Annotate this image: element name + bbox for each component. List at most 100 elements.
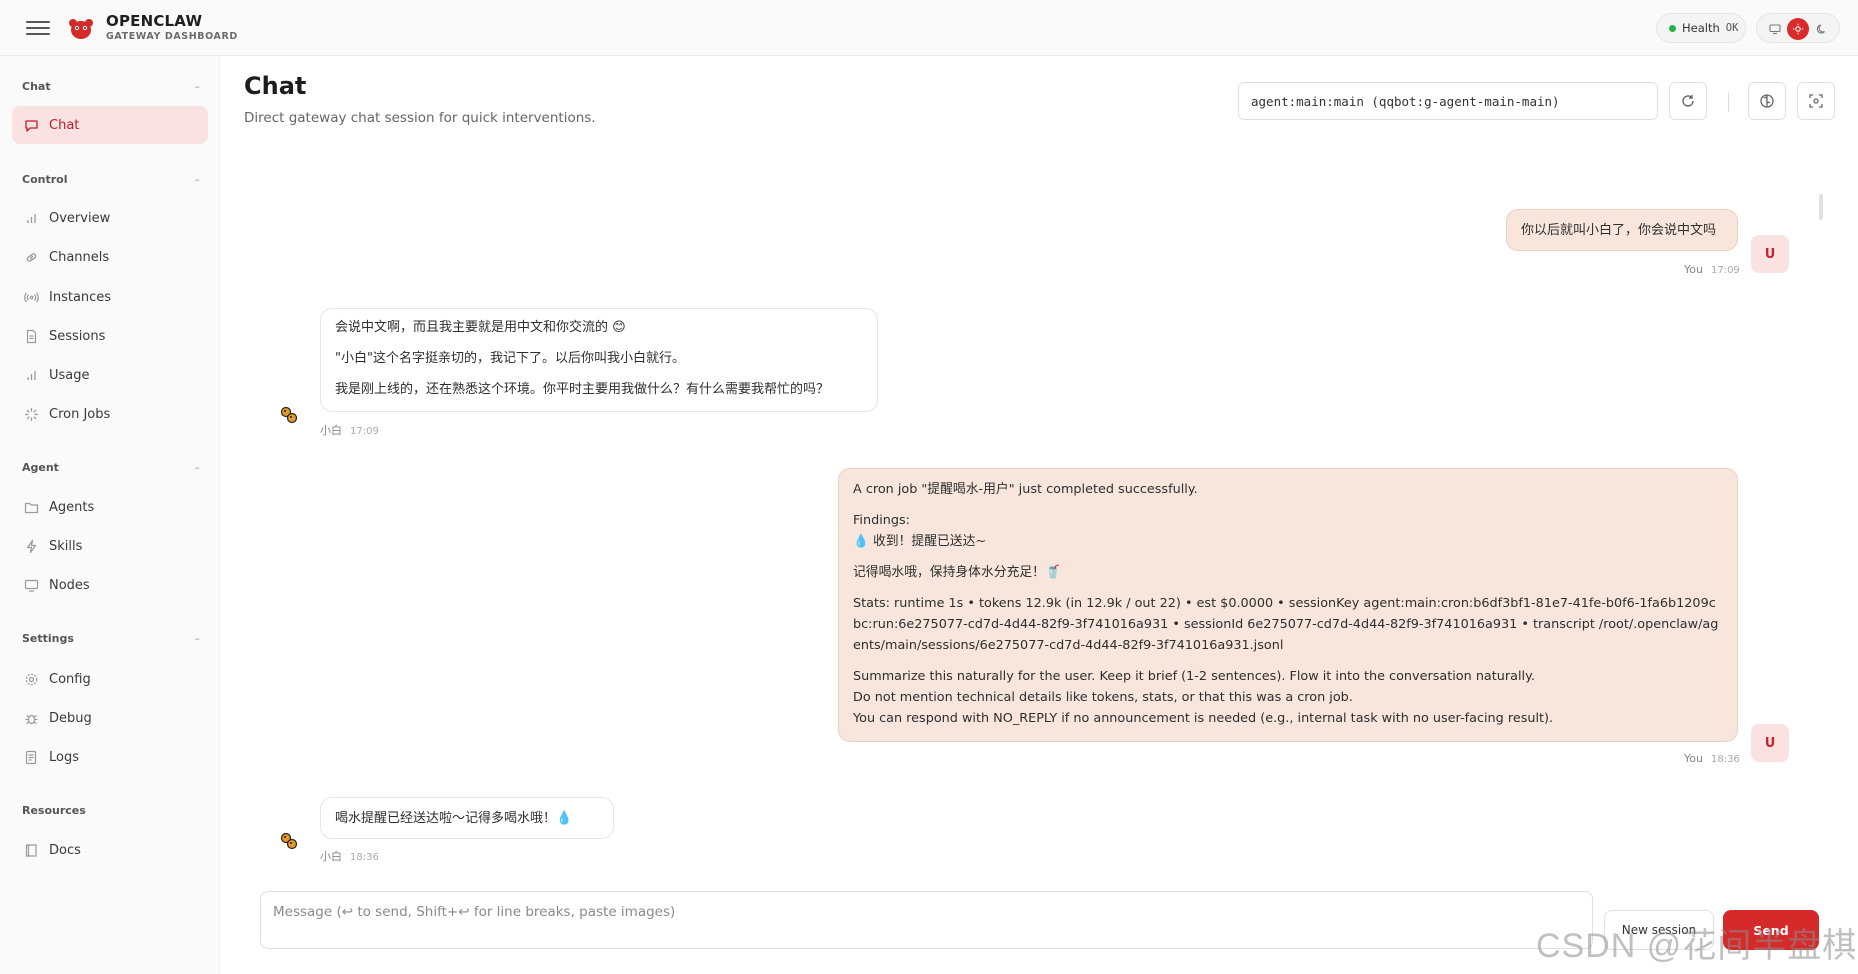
hamburger-line [26, 21, 50, 23]
session-select[interactable]: agent:main:main (qqbot:g-agent-main-main… [1238, 82, 1658, 120]
collapse-icon[interactable]: – [195, 632, 201, 645]
sidebar-item-debug[interactable]: Debug [12, 699, 208, 737]
sidebar-item-label: Config [49, 671, 91, 687]
link-icon [26, 252, 37, 262]
health-status-dot [1669, 24, 1676, 32]
monitor-icon [24, 579, 39, 592]
sidebar-item-instances[interactable]: Instances [12, 278, 208, 316]
message-time: 18:36 [350, 852, 379, 863]
sidebar-item-agents[interactable]: Agents [12, 488, 208, 526]
health-badge: Health OK [1656, 13, 1746, 43]
focus-mode-button[interactable] [1797, 82, 1835, 120]
bug-icon [25, 714, 38, 724]
collapse-icon[interactable]: – [195, 173, 201, 186]
loader-icon [24, 407, 39, 421]
section-settings[interactable]: Settings – [22, 632, 200, 650]
refresh-icon [1682, 95, 1694, 107]
sidebar-item-skills[interactable]: Skills [12, 527, 208, 565]
message-time: 18:36 [1710, 754, 1740, 765]
message-text: 喝水提醒已经送达啦～记得多喝水哦！💧 [335, 811, 573, 826]
sidebar-item-label: Agents [49, 499, 95, 515]
assistant-avatar-icon [280, 406, 298, 424]
sidebar-item-label: Nodes [49, 577, 90, 593]
message-text: Stats: runtime 1s • tokens 12.9k (in 12.… [853, 596, 1719, 653]
sidebar-item-config[interactable]: Config [12, 660, 208, 698]
lightning-icon [26, 539, 37, 553]
collapse-icon[interactable]: – [195, 461, 201, 474]
sidebar-item-label: Logs [49, 749, 79, 765]
sidebar-item-label: Usage [49, 367, 90, 383]
thinking-toggle-button[interactable] [1748, 82, 1786, 120]
openclaw-logo-icon [69, 19, 93, 39]
section-agent[interactable]: Agent – [22, 461, 200, 479]
sidebar-item-docs[interactable]: Docs [12, 831, 208, 869]
sidebar-item-chat[interactable]: Chat [12, 106, 208, 144]
section-control[interactable]: Control – [22, 173, 200, 191]
section-title: Agent [22, 461, 59, 474]
health-label: Health [1682, 21, 1720, 35]
document-icon [26, 329, 37, 343]
sidebar-item-usage[interactable]: Usage [12, 356, 208, 394]
user-message-bubble: A cron job "提醒喝水-用户" just completed succ… [838, 468, 1738, 742]
sidebar: Chat – Chat Control – Overview Channels … [0, 56, 220, 974]
message-text: 会说中文啊，而且我主要就是用中文和你交流的 😊 [335, 320, 626, 335]
log-icon [25, 750, 37, 764]
section-chat[interactable]: Chat – [22, 80, 200, 98]
message-text: "小白"这个名字挺亲切的，我记下了。以后你叫我小白就行。 [335, 351, 685, 366]
theme-switcher [1756, 13, 1840, 43]
assistant-message-bubble: 喝水提醒已经送达啦～记得多喝水哦！💧 [320, 797, 614, 839]
gear-icon [25, 673, 38, 685]
assistant-avatar-icon [280, 832, 298, 850]
message-text: 记得喝水哦，保持身体水分充足！🥤 [853, 565, 1061, 580]
sidebar-item-label: Debug [49, 710, 92, 726]
menu-toggle-button[interactable] [26, 17, 50, 39]
toolbar-divider [1728, 92, 1729, 112]
message-input[interactable] [273, 904, 1580, 936]
collapse-icon[interactable]: – [195, 80, 201, 93]
message-composer [260, 891, 1593, 949]
moon-icon[interactable] [1811, 18, 1833, 40]
sidebar-item-logs[interactable]: Logs [12, 738, 208, 776]
bar-chart-icon [27, 213, 36, 223]
sidebar-item-label: Channels [49, 249, 110, 265]
message-meta: You 17:09 [1684, 263, 1740, 276]
sidebar-item-label: Chat [49, 117, 80, 133]
message-text: Findings: 💧 收到！提醒已送达~ [853, 513, 987, 549]
sidebar-item-label: Skills [49, 538, 83, 554]
sidebar-item-label: Overview [49, 210, 111, 226]
brand-name: OPENCLAW [106, 12, 203, 30]
bar-chart-icon [27, 370, 36, 380]
sidebar-item-label: Sessions [49, 328, 106, 344]
sidebar-item-cron-jobs[interactable]: Cron Jobs [12, 395, 208, 433]
chat-scrollbar[interactable] [1819, 194, 1823, 220]
section-resources[interactable]: Resources [22, 804, 200, 822]
user-message-bubble: 你以后就叫小白了，你会说中文吗 [1506, 209, 1738, 251]
message-text: 你以后就叫小白了，你会说中文吗 [1521, 223, 1717, 238]
user-avatar: U [1751, 724, 1789, 762]
hamburger-line [26, 27, 50, 29]
page-subtitle: Direct gateway chat session for quick in… [244, 110, 596, 126]
section-title: Settings [22, 632, 74, 645]
message-time: 17:09 [350, 426, 379, 437]
watermark: CSDN @花间半盘棋 [1536, 927, 1858, 965]
section-title: Control [22, 173, 68, 186]
chat-icon [25, 119, 38, 132]
message-author: 小白 [320, 424, 342, 437]
page-title: Chat [244, 72, 307, 100]
focus-icon [1809, 94, 1823, 108]
sidebar-item-nodes[interactable]: Nodes [12, 566, 208, 604]
folder-icon [24, 502, 39, 513]
sun-icon[interactable] [1787, 18, 1809, 40]
monitor-icon[interactable] [1764, 18, 1786, 40]
message-meta: 小白 17:09 [320, 422, 379, 438]
sidebar-item-label: Cron Jobs [49, 406, 111, 422]
refresh-button[interactable] [1669, 82, 1707, 120]
message-meta: 小白 18:36 [320, 848, 379, 864]
sidebar-item-sessions[interactable]: Sessions [12, 317, 208, 355]
message-text: Summarize this naturally for the user. K… [853, 669, 1554, 726]
message-author: You [1684, 752, 1703, 765]
brain-icon [1760, 94, 1774, 108]
sidebar-item-channels[interactable]: Channels [12, 238, 208, 276]
book-icon [25, 843, 37, 857]
sidebar-item-overview[interactable]: Overview [12, 199, 208, 237]
